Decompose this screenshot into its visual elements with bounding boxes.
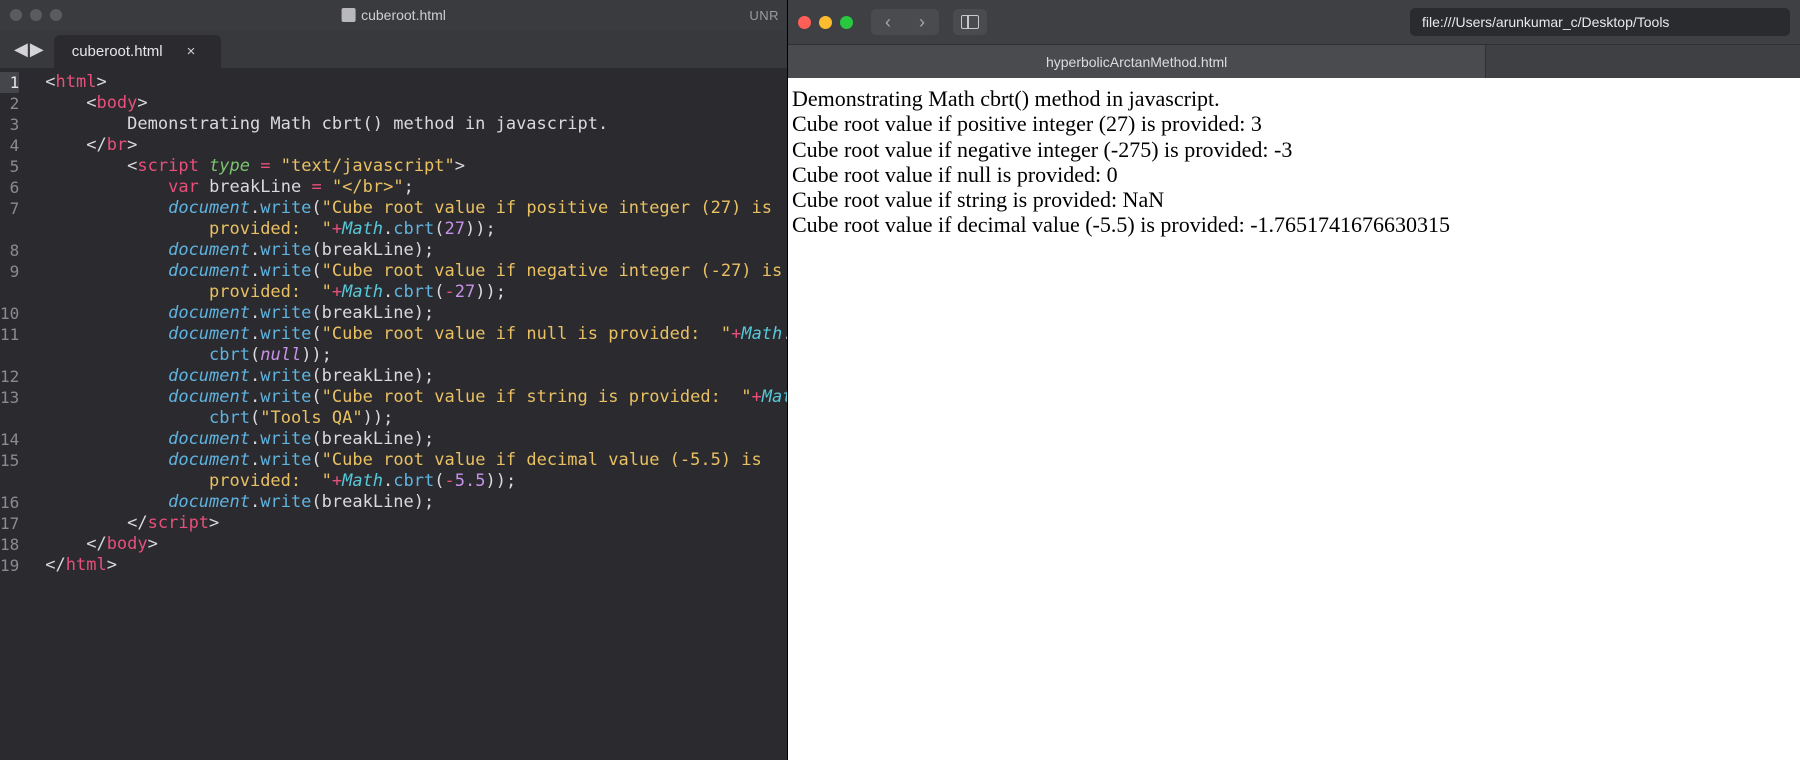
line-number: 17 xyxy=(0,513,19,534)
code-line: <script type = "text/javascript"> xyxy=(45,156,787,177)
browser-chrome: ‹ › file:///Users/arunkumar_c/Desktop/To… xyxy=(788,0,1800,78)
code-line: var breakLine = "</br>"; xyxy=(45,177,787,198)
line-number xyxy=(0,345,19,366)
line-number: 4 xyxy=(0,135,19,156)
code-line: Demonstrating Math cbrt() method in java… xyxy=(45,114,787,135)
nav-back-icon[interactable]: ◀ xyxy=(14,39,28,60)
editor-nav-arrows: ◀ ▶ xyxy=(8,39,54,68)
browser-tabs: hyperbolicArctanMethod.html xyxy=(788,44,1800,78)
browser-back-button[interactable]: ‹ xyxy=(871,9,905,35)
code-line: document.write(breakLine); xyxy=(45,303,787,324)
code-line: document.write(breakLine); xyxy=(45,366,787,387)
code-line: document.write("Cube root value if null … xyxy=(45,324,787,345)
line-number: 7 xyxy=(0,198,19,219)
editor-tab-label: cuberoot.html xyxy=(72,43,163,60)
browser-traffic-lights xyxy=(798,16,853,29)
minimize-window-icon[interactable] xyxy=(819,16,832,29)
code-line: document.write("Cube root value if posit… xyxy=(45,198,787,219)
code-line: provided: "+Math.cbrt(-27)); xyxy=(45,282,787,303)
line-number: 8 xyxy=(0,240,19,261)
editor-tabbar: ◀ ▶ cuberoot.html × xyxy=(0,30,787,68)
line-number: 10 xyxy=(0,303,19,324)
line-number: 15 xyxy=(0,450,19,471)
code-line: document.write("Cube root value if decim… xyxy=(45,450,787,471)
code-line: </html> xyxy=(45,555,787,576)
nav-forward-icon[interactable]: ▶ xyxy=(30,39,44,60)
close-tab-icon[interactable]: × xyxy=(187,43,196,60)
line-number: 5 xyxy=(0,156,19,177)
code-line: document.write("Cube root value if strin… xyxy=(45,387,787,408)
code-area[interactable]: 12345678910111213141516171819 <html> <bo… xyxy=(0,68,787,760)
code-line: <body> xyxy=(45,93,787,114)
line-number: 2 xyxy=(0,93,19,114)
close-window-icon[interactable] xyxy=(10,9,22,21)
line-number: 12 xyxy=(0,366,19,387)
code-line: cbrt(null)); xyxy=(45,345,787,366)
code-line: </script> xyxy=(45,513,787,534)
line-number: 11 xyxy=(0,324,19,345)
unsaved-indicator: UNR xyxy=(749,8,779,23)
browser-tab-label: hyperbolicArctanMethod.html xyxy=(1046,54,1227,70)
code-line: </body> xyxy=(45,534,787,555)
maximize-window-icon[interactable] xyxy=(50,9,62,21)
line-number: 6 xyxy=(0,177,19,198)
browser-forward-button[interactable]: › xyxy=(905,9,939,35)
code-line: document.write("Cube root value if negat… xyxy=(45,261,787,282)
output-line: Demonstrating Math cbrt() method in java… xyxy=(792,86,1796,111)
output-line: Cube root value if positive integer (27)… xyxy=(792,111,1796,136)
line-number: 19 xyxy=(0,555,19,576)
line-gutter: 12345678910111213141516171819 xyxy=(0,68,33,760)
line-number: 9 xyxy=(0,261,19,282)
line-number: 13 xyxy=(0,387,19,408)
browser-window: ‹ › file:///Users/arunkumar_c/Desktop/To… xyxy=(787,0,1800,760)
code-line: </br> xyxy=(45,135,787,156)
code-line: <html> xyxy=(45,72,787,93)
line-number: 3 xyxy=(0,114,19,135)
browser-toolbar: ‹ › file:///Users/arunkumar_c/Desktop/To… xyxy=(788,0,1800,44)
line-number: 14 xyxy=(0,429,19,450)
url-bar[interactable]: file:///Users/arunkumar_c/Desktop/Tools xyxy=(1410,8,1790,36)
browser-nav-group: ‹ › xyxy=(871,9,939,35)
line-number xyxy=(0,282,19,303)
maximize-window-icon[interactable] xyxy=(840,16,853,29)
editor-title-label: cuberoot.html xyxy=(361,7,446,23)
output-line: Cube root value if negative integer (-27… xyxy=(792,137,1796,162)
line-number: 18 xyxy=(0,534,19,555)
url-text: file:///Users/arunkumar_c/Desktop/Tools xyxy=(1422,14,1669,30)
line-number xyxy=(0,408,19,429)
line-number: 1 xyxy=(0,72,19,93)
browser-tab[interactable]: hyperbolicArctanMethod.html xyxy=(788,45,1486,78)
browser-viewport: Demonstrating Math cbrt() method in java… xyxy=(788,78,1800,760)
code-line: document.write(breakLine); xyxy=(45,492,787,513)
document-icon xyxy=(341,8,355,22)
output-line: Cube root value if string is provided: N… xyxy=(792,187,1796,212)
sidebar-icon xyxy=(961,15,979,29)
minimize-window-icon[interactable] xyxy=(30,9,42,21)
editor-window-title: cuberoot.html xyxy=(341,7,446,23)
code-line: document.write(breakLine); xyxy=(45,429,787,450)
code-line: cbrt("Tools QA")); xyxy=(45,408,787,429)
output-line: Cube root value if decimal value (-5.5) … xyxy=(792,212,1796,237)
line-number xyxy=(0,471,19,492)
editor-tab[interactable]: cuberoot.html × xyxy=(54,35,222,68)
editor-traffic-lights xyxy=(10,9,62,21)
editor-window: cuberoot.html UNR ◀ ▶ cuberoot.html × 12… xyxy=(0,0,787,760)
line-number: 16 xyxy=(0,492,19,513)
code-content[interactable]: <html> <body> Demonstrating Math cbrt() … xyxy=(33,68,787,760)
code-line: document.write(breakLine); xyxy=(45,240,787,261)
code-line: provided: "+Math.cbrt(-5.5)); xyxy=(45,471,787,492)
editor-titlebar: cuberoot.html UNR xyxy=(0,0,787,30)
code-line: provided: "+Math.cbrt(27)); xyxy=(45,219,787,240)
output-line: Cube root value if null is provided: 0 xyxy=(792,162,1796,187)
sidebar-toggle-button[interactable] xyxy=(953,9,987,35)
line-number xyxy=(0,219,19,240)
close-window-icon[interactable] xyxy=(798,16,811,29)
